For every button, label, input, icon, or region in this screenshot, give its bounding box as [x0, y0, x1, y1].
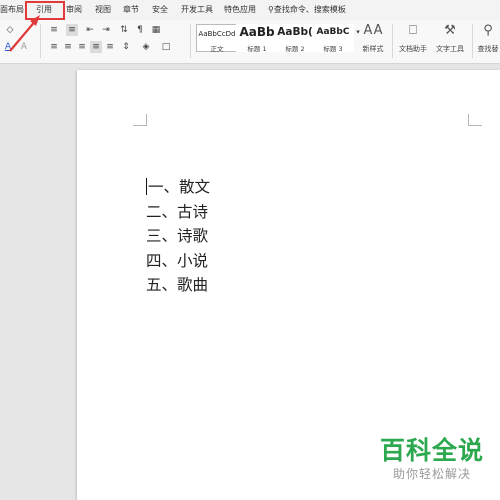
margin-corner-mark	[133, 114, 147, 126]
numbered-list[interactable]: 一、散文 二、古诗 三、诗歌 四、小说 五、歌曲	[146, 175, 210, 298]
watermark-subtitle: 助你轻松解决	[392, 467, 471, 481]
watermark-title: 百科全说	[379, 436, 484, 465]
text-cursor	[146, 178, 147, 195]
list-item[interactable]: 五、歌曲	[146, 273, 210, 298]
list-item[interactable]: 一、散文	[146, 175, 210, 200]
list-item[interactable]: 三、诗歌	[146, 224, 210, 249]
list-item[interactable]: 二、古诗	[146, 200, 210, 225]
list-item[interactable]: 四、小说	[146, 249, 210, 274]
watermark: 百科全说 助你轻松解决	[372, 436, 492, 482]
list-item-text: 一、散文	[148, 178, 211, 196]
margin-corner-mark	[468, 114, 482, 126]
